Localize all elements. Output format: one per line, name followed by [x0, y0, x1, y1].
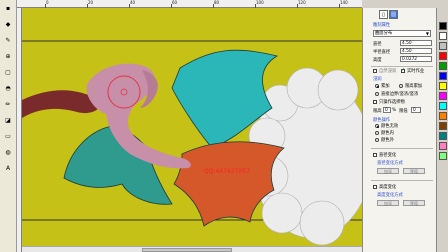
color-swatch[interactable] — [439, 152, 447, 160]
reduce-radio[interactable] — [399, 84, 403, 88]
watermark-text: QQ:447437057 — [204, 168, 250, 175]
mode-select[interactable]: 曲面分布 ▼ — [373, 30, 431, 37]
divider — [371, 148, 433, 149]
tab-layer[interactable]: ▯ — [379, 10, 388, 19]
color-swatch[interactable] — [439, 102, 447, 110]
line-group-label: 直径变化方式 — [377, 161, 403, 166]
brush-tool-icon[interactable]: ◓ — [2, 84, 14, 93]
ruler-label: 20 — [88, 0, 94, 5]
select-tool-icon[interactable]: ▪ — [2, 4, 14, 13]
range-label: 只操作选择物 — [379, 100, 405, 105]
direct-radio-label: 直接边界/竖浓/竖浓 — [381, 92, 419, 97]
line-deepen-button[interactable]: 加深 — [377, 168, 399, 174]
color-swatch[interactable] — [439, 122, 447, 130]
field-label-diameter: 直径 — [373, 42, 382, 47]
height-change-checkbox[interactable] — [373, 185, 377, 189]
line-change-label: 直径变化 — [379, 153, 397, 158]
step-input[interactable]: 0 — [383, 107, 391, 113]
height-equal-button[interactable]: 等值 — [403, 200, 425, 206]
color-swatch[interactable] — [439, 112, 447, 120]
fill-tool-icon[interactable]: ◪ — [2, 116, 14, 125]
chevron-down-icon: ▼ — [425, 31, 429, 36]
height-input[interactable]: 0.0272 — [400, 56, 432, 62]
step-extra-input[interactable]: 0 — [411, 107, 421, 113]
field-label-height: 高度 — [373, 58, 382, 63]
realtime-checkbox[interactable] — [401, 67, 405, 73]
height-group-label: 高度变化方式 — [377, 193, 403, 198]
color-in-label: 颜色内 — [381, 131, 394, 136]
crop-tool-icon[interactable]: ▢ — [2, 68, 14, 77]
tab-circle[interactable]: 圆 — [389, 10, 398, 19]
color-in-radio[interactable] — [375, 131, 379, 135]
mode-select-value: 曲面分布 — [375, 31, 393, 36]
ruler-label: 80 — [214, 0, 220, 5]
horizontal-scrollbar[interactable] — [22, 246, 362, 252]
properties-panel: ▯ 圆 雕刻属性 曲面分布 ▼ 直径 4.50 半径直径 4.50 高度 0.0… — [362, 8, 436, 252]
scale-tool-icon[interactable]: ⊕ — [2, 52, 14, 61]
color-out-label: 颜色外 — [381, 138, 394, 143]
step-unit: % — [392, 108, 397, 113]
field-label-radius: 半径直径 — [373, 50, 391, 55]
realtime-label: 实时作业 — [407, 69, 425, 74]
color-none-label: 颜色无效 — [381, 124, 399, 129]
color-swatch[interactable] — [439, 42, 447, 50]
color-swatch[interactable] — [439, 62, 447, 70]
color-swatch[interactable] — [439, 142, 447, 150]
color-swatch[interactable] — [439, 132, 447, 140]
panel-tabs: ▯ 圆 — [379, 10, 398, 19]
reduce-radio-label: 限高累加 — [405, 84, 423, 89]
ruler-label: 140 — [340, 0, 348, 5]
auto-checkbox[interactable] — [373, 69, 377, 73]
scroll-thumb[interactable] — [142, 248, 232, 252]
height-deepen-button[interactable]: 加深 — [377, 200, 399, 206]
smooth-tool-icon[interactable]: ◍ — [2, 148, 14, 157]
group-label: 浸润 — [373, 77, 382, 82]
line-equal-button[interactable]: 等值 — [403, 168, 425, 174]
divider — [371, 180, 433, 181]
range-checkbox[interactable] — [373, 100, 377, 104]
top-ruler: 0 20 40 60 80 100 120 140 — [17, 0, 362, 8]
auto-label: 自然浸润 — [379, 69, 397, 74]
artwork: QQ:447437057 — [22, 8, 362, 246]
shape-tool-icon[interactable]: ◆ — [2, 20, 14, 29]
line-change-checkbox[interactable] — [373, 153, 377, 157]
ruler-label: 0 — [46, 0, 49, 5]
left-toolbar: ▪ ◆ ✎ ⊕ ▢ ◓ ✏ ◪ ▭ ◍ A — [0, 0, 17, 252]
color-none-radio[interactable] — [375, 124, 379, 128]
section-title: 雕刻属性 — [373, 23, 391, 28]
color-swatch[interactable] — [439, 92, 447, 100]
ruler-label: 100 — [256, 0, 264, 5]
ruler-label: 120 — [298, 0, 306, 5]
color-swatch[interactable] — [439, 82, 447, 90]
diameter-input[interactable]: 4.50 — [400, 40, 432, 46]
color-swatch[interactable] — [439, 72, 447, 80]
radius-input[interactable]: 4.50 — [400, 48, 432, 54]
node-tool-icon[interactable]: ✎ — [2, 36, 14, 45]
ruler-label: 60 — [172, 0, 178, 5]
color-swatch[interactable] — [439, 52, 447, 60]
color-palette — [436, 8, 448, 252]
step-label: 限高 — [373, 109, 382, 114]
eraser-tool-icon[interactable]: ▭ — [2, 132, 14, 141]
add-radio[interactable] — [375, 84, 379, 88]
step-extra-label: 限低 — [399, 109, 408, 114]
color-swatch[interactable] — [439, 32, 447, 40]
text-tool-icon[interactable]: A — [2, 164, 14, 173]
ruler-label: 40 — [130, 0, 136, 5]
color-swatch[interactable] — [439, 22, 447, 30]
pen-tool-icon[interactable]: ✏ — [2, 100, 14, 109]
drawing-canvas[interactable]: QQ:447437057 — [22, 8, 362, 246]
color-out-radio[interactable] — [375, 138, 379, 142]
add-radio-label: 累加 — [381, 84, 390, 89]
direct-radio[interactable] — [375, 92, 379, 96]
height-change-label: 高度变化 — [379, 185, 397, 190]
